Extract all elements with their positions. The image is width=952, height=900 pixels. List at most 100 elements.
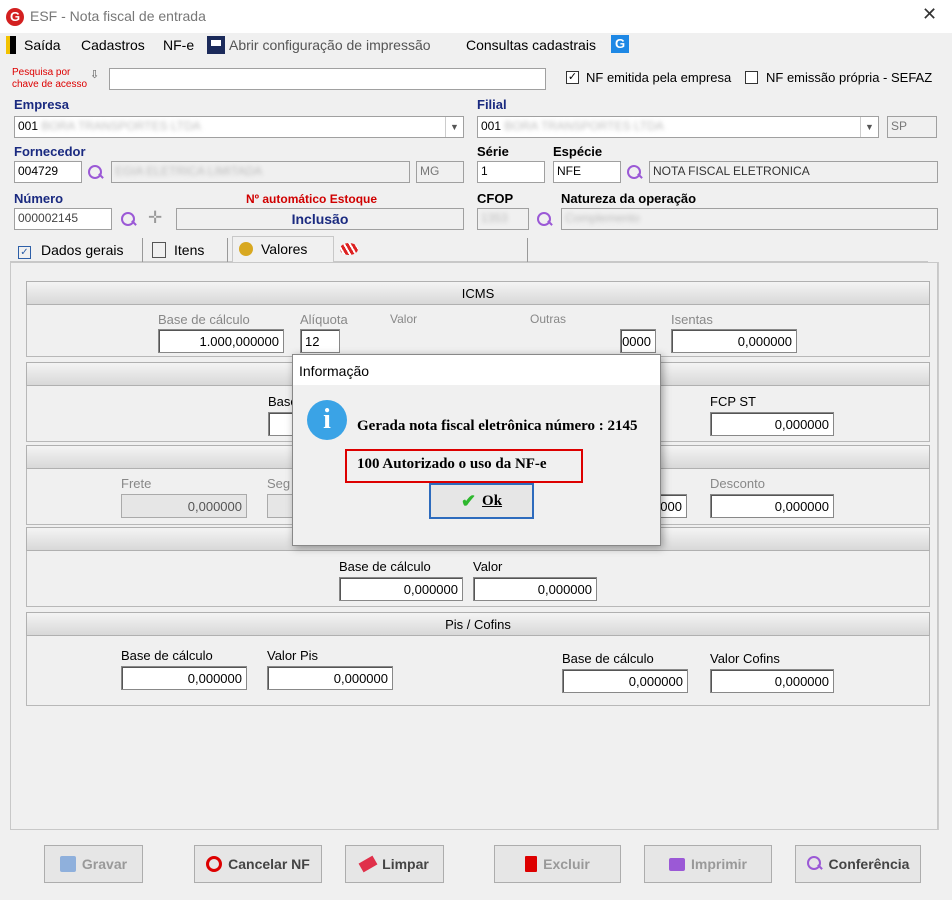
information-dialog: Informação i Gerada nota fiscal eletrôni… <box>292 354 661 546</box>
search-icon[interactable] <box>88 165 104 181</box>
stripes-icon <box>340 243 358 255</box>
desconto-label: Desconto <box>710 476 765 491</box>
download-arrow-icon: ⇩ <box>90 69 100 81</box>
ok-button[interactable]: ✔ Ok <box>429 483 534 519</box>
especie-input[interactable]: NFE <box>553 161 621 183</box>
icms-aliquota-input[interactable]: 12 <box>300 329 340 353</box>
icms-aliquota-label: Alíquota <box>300 312 348 327</box>
plus-icon[interactable]: ✛ <box>148 208 162 228</box>
close-icon[interactable]: ✕ <box>922 4 937 25</box>
filial-code: 001 <box>481 119 502 133</box>
tab-dados-gerais[interactable]: ✓ Dados gerais <box>10 238 143 262</box>
tab-valores[interactable]: Valores <box>232 236 334 262</box>
info-icon: i <box>307 400 347 440</box>
eraser-icon <box>358 855 378 873</box>
dialog-title: Informação <box>293 355 660 385</box>
icms-valor-label: Valor <box>390 312 418 326</box>
cofins-base-label: Base de cálculo <box>562 651 654 666</box>
checkbox-icon: ✓ <box>18 246 31 259</box>
numero-input[interactable]: 000002145 <box>14 208 112 230</box>
menu-consultas-cadastrais[interactable]: Consultas cadastrais <box>466 37 596 53</box>
trash-icon <box>525 856 538 872</box>
menu-nfe[interactable]: NF-e <box>163 37 194 53</box>
serie-label: Série <box>477 144 509 159</box>
empresa-name: BORA TRANSPORTES LTDA <box>41 119 201 133</box>
search-icon[interactable] <box>537 212 553 228</box>
dialog-status: 100 Autorizado o uso da NF-e <box>345 449 583 483</box>
tab-extra[interactable] <box>338 238 528 262</box>
filial-name: BORA TRANSPORTES LTDA <box>504 119 664 133</box>
menu-cadastros[interactable]: Cadastros <box>81 37 145 53</box>
save-icon <box>59 856 76 872</box>
search-icon[interactable] <box>627 165 643 181</box>
chevron-down-icon[interactable]: ▼ <box>860 117 878 137</box>
nf-emitida-checkbox[interactable]: ✓ <box>566 71 579 84</box>
numero-auto-label: Nº automático Estoque <box>246 192 378 206</box>
save-disk-icon <box>207 36 225 54</box>
frete-input: 0,000000 <box>121 494 247 518</box>
chevron-down-icon[interactable]: ▼ <box>445 117 463 137</box>
empresa-combo[interactable]: 001 BORA TRANSPORTES LTDA ▼ <box>14 116 464 138</box>
icms-outras-input[interactable]: 0000 <box>620 329 656 353</box>
filial-uf: SP <box>887 116 937 138</box>
icms-base-label: Base de cálculo <box>158 312 250 327</box>
frete-label: Frete <box>121 476 152 491</box>
empresa-label: Empresa <box>14 97 69 112</box>
nf-propria-label: NF emissão própria - SEFAZ <box>766 70 933 85</box>
limpar-button[interactable]: Limpar <box>345 845 444 883</box>
especie-label: Espécie <box>553 144 603 159</box>
menu-saida[interactable]: Saída <box>24 37 61 53</box>
serie-input[interactable]: 1 <box>477 161 545 183</box>
cofins-base-input[interactable]: 0,000000 <box>562 669 688 693</box>
pis-cofins-section-header: Pis / Cofins <box>26 612 930 636</box>
ipi-base-input[interactable]: 0,000000 <box>339 577 463 601</box>
icms-section-header: ICMS <box>26 281 930 305</box>
filial-label: Filial <box>477 97 507 112</box>
cofins-valor-input[interactable]: 0,000000 <box>710 669 834 693</box>
fornecedor-code-input[interactable]: 004729 <box>14 161 82 183</box>
cofins-valor-label: Valor Cofins <box>710 651 780 666</box>
numero-label: Número <box>14 191 64 206</box>
fcp-st-label: FCP ST <box>710 394 756 409</box>
coins-icon <box>239 242 253 256</box>
imprimir-button[interactable]: Imprimir <box>644 845 772 883</box>
conferencia-button[interactable]: Conferência <box>795 845 921 883</box>
cfop-input[interactable]: 1353 <box>477 208 529 230</box>
chave-acesso-input[interactable] <box>109 68 546 90</box>
dialog-message: Gerada nota fiscal eletrônica número : 2… <box>357 418 638 434</box>
fornecedor-name: EGIA ELETRICA LIMITADA <box>111 161 410 183</box>
icms-base-input[interactable]: 1.000,000000 <box>158 329 284 353</box>
consulta-logo-icon[interactable]: G <box>611 35 629 53</box>
filial-combo[interactable]: 001 BORA TRANSPORTES LTDA ▼ <box>477 116 879 138</box>
cancel-icon <box>206 856 223 872</box>
nf-propria-checkbox[interactable] <box>745 71 758 84</box>
title-bar: G ESF - Nota fiscal de entrada ✕ <box>0 0 952 33</box>
pis-valor-input[interactable]: 0,000000 <box>267 666 393 690</box>
menu-abrir-configuracao[interactable]: Abrir configuração de impressão <box>229 37 431 53</box>
especie-desc: NOTA FISCAL ELETRONICA <box>649 161 938 183</box>
tab-itens[interactable]: Itens <box>148 238 228 262</box>
ipi-valor-label: Valor <box>473 559 503 574</box>
natureza-field: Complemento <box>561 208 938 230</box>
pis-valor-label: Valor Pis <box>267 648 319 663</box>
search-icon[interactable] <box>121 212 137 228</box>
checkmark-icon: ✔ <box>460 490 477 511</box>
pis-base-label: Base de cálculo <box>121 648 213 663</box>
ipi-valor-input[interactable]: 0,000000 <box>473 577 597 601</box>
exit-icon <box>6 36 16 54</box>
seguro-label: Seg <box>267 476 291 491</box>
desconto-input[interactable]: 0,000000 <box>710 494 834 518</box>
nf-emitida-label: NF emitida pela empresa <box>586 70 732 85</box>
natureza-label: Natureza da operação <box>561 191 697 206</box>
window-title: ESF - Nota fiscal de entrada <box>30 8 206 24</box>
empresa-code: 001 <box>18 119 39 133</box>
app-logo-icon: G <box>6 8 24 26</box>
icms-isentas-label: Isentas <box>671 312 713 327</box>
icms-isentas-input[interactable]: 0,000000 <box>671 329 797 353</box>
panel-scrollbar[interactable] <box>938 262 946 830</box>
pis-base-input[interactable]: 0,000000 <box>121 666 247 690</box>
fcp-st-input[interactable]: 0,000000 <box>710 412 834 436</box>
gravar-button[interactable]: Gravar <box>44 845 143 883</box>
cancelar-nf-button[interactable]: Cancelar NF <box>194 845 322 883</box>
excluir-button[interactable]: Excluir <box>494 845 621 883</box>
